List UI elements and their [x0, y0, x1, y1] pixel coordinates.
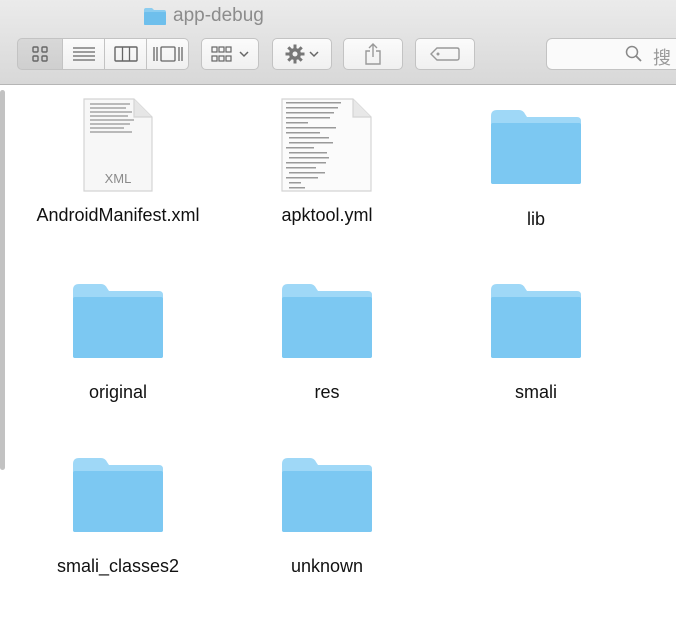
- gear-icon: [285, 44, 305, 64]
- folder-icon: [491, 110, 581, 184]
- window-title-text: app-debug: [173, 5, 264, 26]
- file-item-androidmanifest[interactable]: XML AndroidManifest.xml: [18, 97, 218, 227]
- folder-name-label: original: [88, 382, 148, 402]
- folder-name-label: smali_classes2: [56, 556, 180, 576]
- folder-name-label: res: [314, 382, 340, 402]
- xml-badge: XML: [105, 171, 132, 186]
- file-name-label: AndroidManifest.xml: [36, 205, 200, 225]
- window-title: app-debug: [143, 4, 264, 28]
- folder-icon: [282, 458, 372, 532]
- list-view-button[interactable]: [63, 38, 105, 70]
- folder-icon: [144, 7, 166, 25]
- share-icon: [365, 43, 381, 65]
- file-name-label: apktool.yml: [281, 205, 373, 225]
- share-button[interactable]: [343, 38, 403, 70]
- view-mode-segmented-control: [17, 38, 189, 70]
- folder-name-label: lib: [526, 209, 545, 229]
- folder-item-unknown[interactable]: unknown: [227, 456, 427, 578]
- columns-icon: [113, 46, 138, 62]
- finder-toolbar: app-debug 搜: [0, 0, 676, 85]
- folder-item-res[interactable]: res: [227, 282, 427, 404]
- grid-icon: [32, 46, 48, 62]
- folder-item-lib[interactable]: lib: [436, 108, 636, 231]
- action-menu-button[interactable]: [272, 38, 332, 70]
- folder-name-label: smali: [514, 382, 557, 402]
- search-field[interactable]: 搜: [546, 38, 676, 70]
- yml-document-icon: [281, 98, 372, 192]
- folder-item-original[interactable]: original: [18, 282, 218, 404]
- folder-icon: [73, 458, 163, 532]
- folder-icon: [73, 284, 163, 358]
- cover-flow-icon: [152, 46, 183, 62]
- search-icon: [625, 45, 642, 62]
- search-placeholder: 搜: [653, 48, 671, 68]
- column-view-button[interactable]: [105, 38, 147, 70]
- vertical-scrollbar[interactable]: [0, 90, 5, 470]
- icon-view-button[interactable]: [17, 38, 63, 70]
- folder-name-label: unknown: [290, 556, 364, 576]
- folder-item-smali-classes2[interactable]: smali_classes2: [18, 456, 218, 578]
- tags-button[interactable]: [415, 38, 475, 70]
- cover-flow-view-button[interactable]: [147, 38, 189, 70]
- list-icon: [72, 47, 95, 61]
- arrange-icon: [211, 46, 232, 62]
- xml-document-icon: XML: [83, 98, 153, 192]
- chevron-down-icon: [309, 51, 319, 58]
- folder-icon: [491, 284, 581, 358]
- tag-icon: [430, 47, 460, 61]
- arrange-menu-button[interactable]: [201, 38, 259, 70]
- chevron-down-icon: [239, 51, 249, 58]
- file-item-apktool[interactable]: apktool.yml: [227, 97, 427, 227]
- folder-item-smali[interactable]: smali: [436, 282, 636, 404]
- folder-icon: [282, 284, 372, 358]
